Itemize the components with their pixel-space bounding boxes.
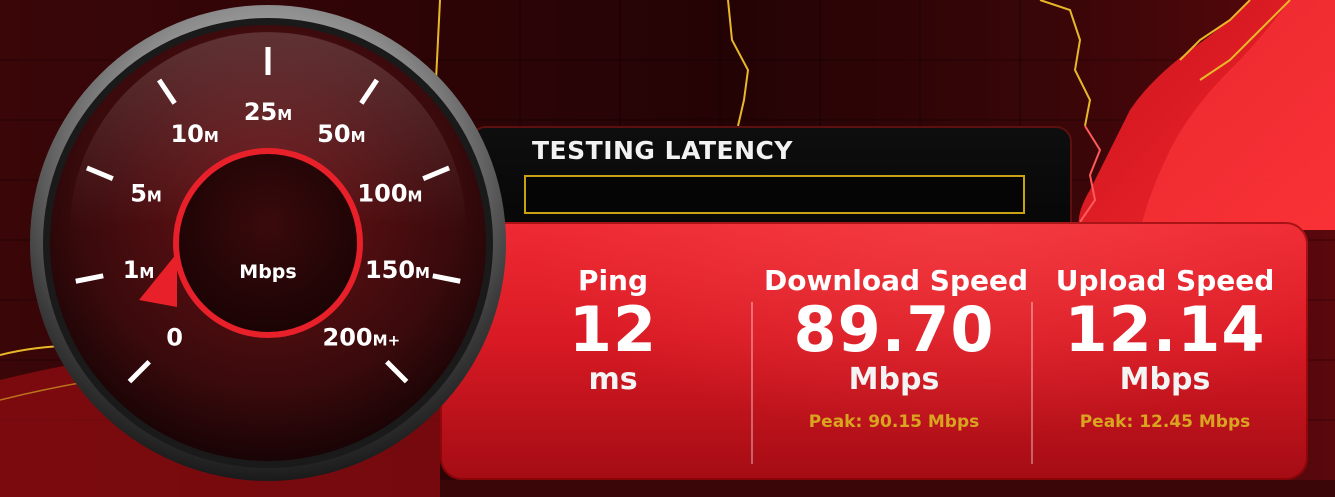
gauge-tick-label: 0 — [166, 323, 183, 351]
download-unit: Mbps — [848, 362, 940, 397]
latency-progress-bar — [524, 175, 1025, 214]
ping-value: 12 — [568, 293, 658, 366]
gauge-hub — [173, 148, 363, 338]
ping-unit: ms — [588, 362, 638, 397]
divider — [1031, 302, 1033, 464]
download-value: 89.70 — [793, 293, 995, 366]
download-peak: Peak: 90.15 Mbps — [808, 412, 980, 432]
upload-value: 12.14 — [1064, 293, 1266, 366]
ping-stat: Ping 12 ms — [558, 264, 668, 398]
latency-title: TESTING LATENCY — [532, 136, 793, 165]
results-panel: Ping 12 ms Download Speed 89.70 Mbps Pea… — [440, 222, 1308, 480]
divider — [751, 302, 753, 464]
download-stat: Download Speed 89.70 Mbps Peak: 90.15 Mb… — [764, 264, 1028, 432]
upload-peak: Peak: 12.45 Mbps — [1079, 412, 1251, 432]
upload-unit: Mbps — [1119, 362, 1211, 397]
speedometer-gauge: 01M5M10M25M50M100M150M200M+ Mbps — [30, 5, 506, 481]
upload-stat: Upload Speed 12.14 Mbps Peak: 12.45 Mbps — [1040, 264, 1290, 432]
gauge-unit-label: Mbps — [239, 261, 296, 283]
